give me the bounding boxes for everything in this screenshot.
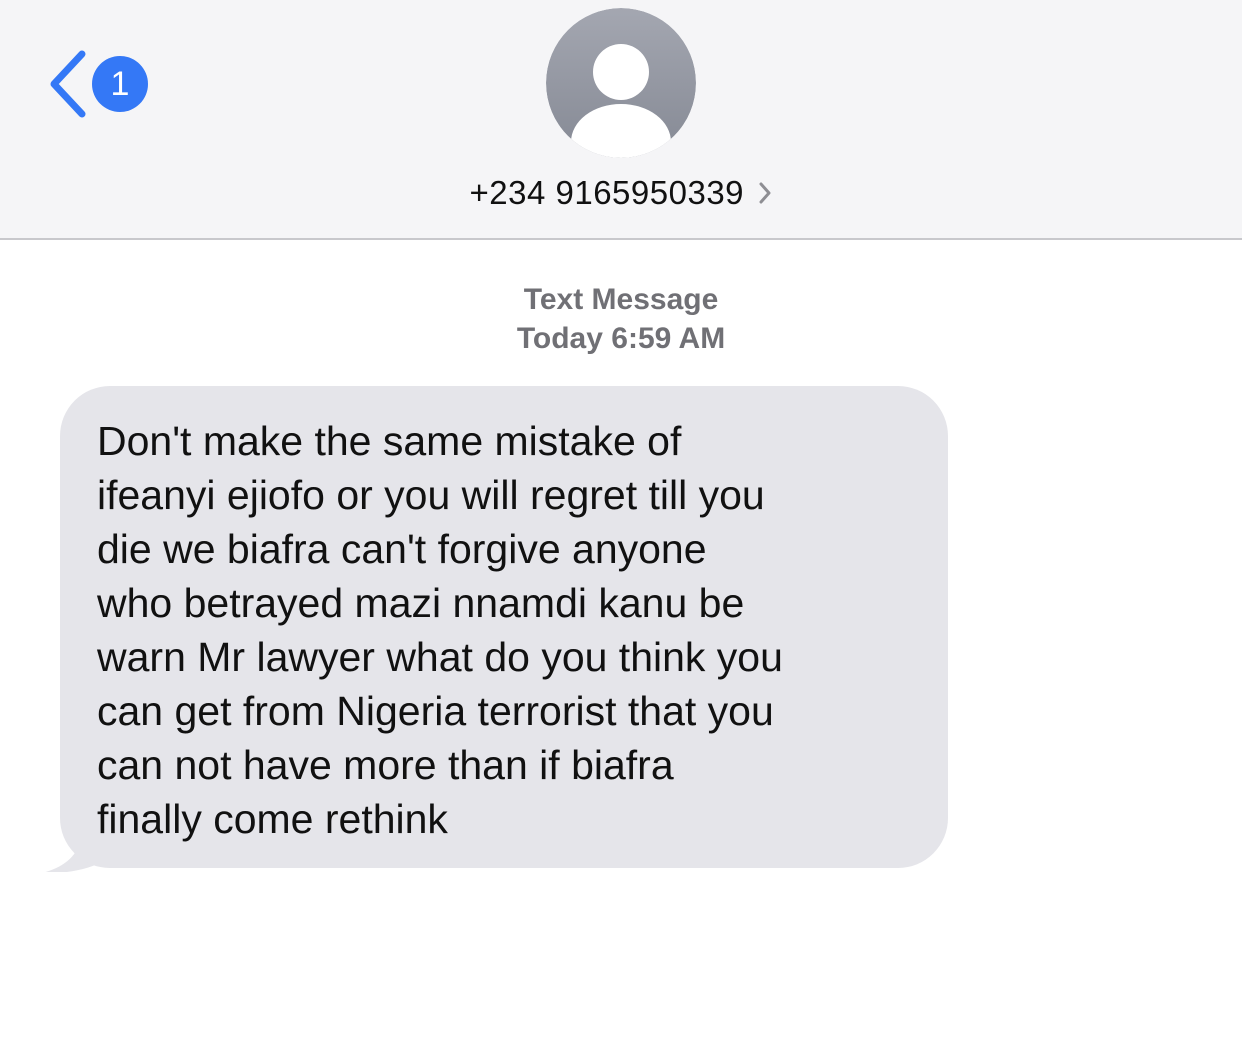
contact-details-button[interactable]: +234 9165950339 xyxy=(0,168,1242,218)
message-timestamp: Today 6:59 AM xyxy=(516,322,726,355)
unread-count-badge: 1 xyxy=(92,56,148,112)
person-placeholder-icon xyxy=(546,8,696,158)
message-text: Don't make the same mistake of ifeanyi e… xyxy=(97,418,783,842)
chevron-right-icon xyxy=(759,182,771,204)
message-incoming[interactable]: Don't make the same mistake of ifeanyi e… xyxy=(40,386,950,872)
chevron-left-icon xyxy=(50,50,86,118)
conversation-header: 1 +234 9165950339 xyxy=(0,0,1242,240)
contact-avatar[interactable] xyxy=(546,8,696,158)
thread-meta: Text Message Today 6:59 AM xyxy=(0,280,1242,358)
service-label: Text Message xyxy=(523,283,719,316)
message-bubble: Don't make the same mistake of ifeanyi e… xyxy=(60,386,948,868)
back-button[interactable]: 1 xyxy=(44,48,154,120)
contact-number: +234 9165950339 xyxy=(469,174,745,211)
